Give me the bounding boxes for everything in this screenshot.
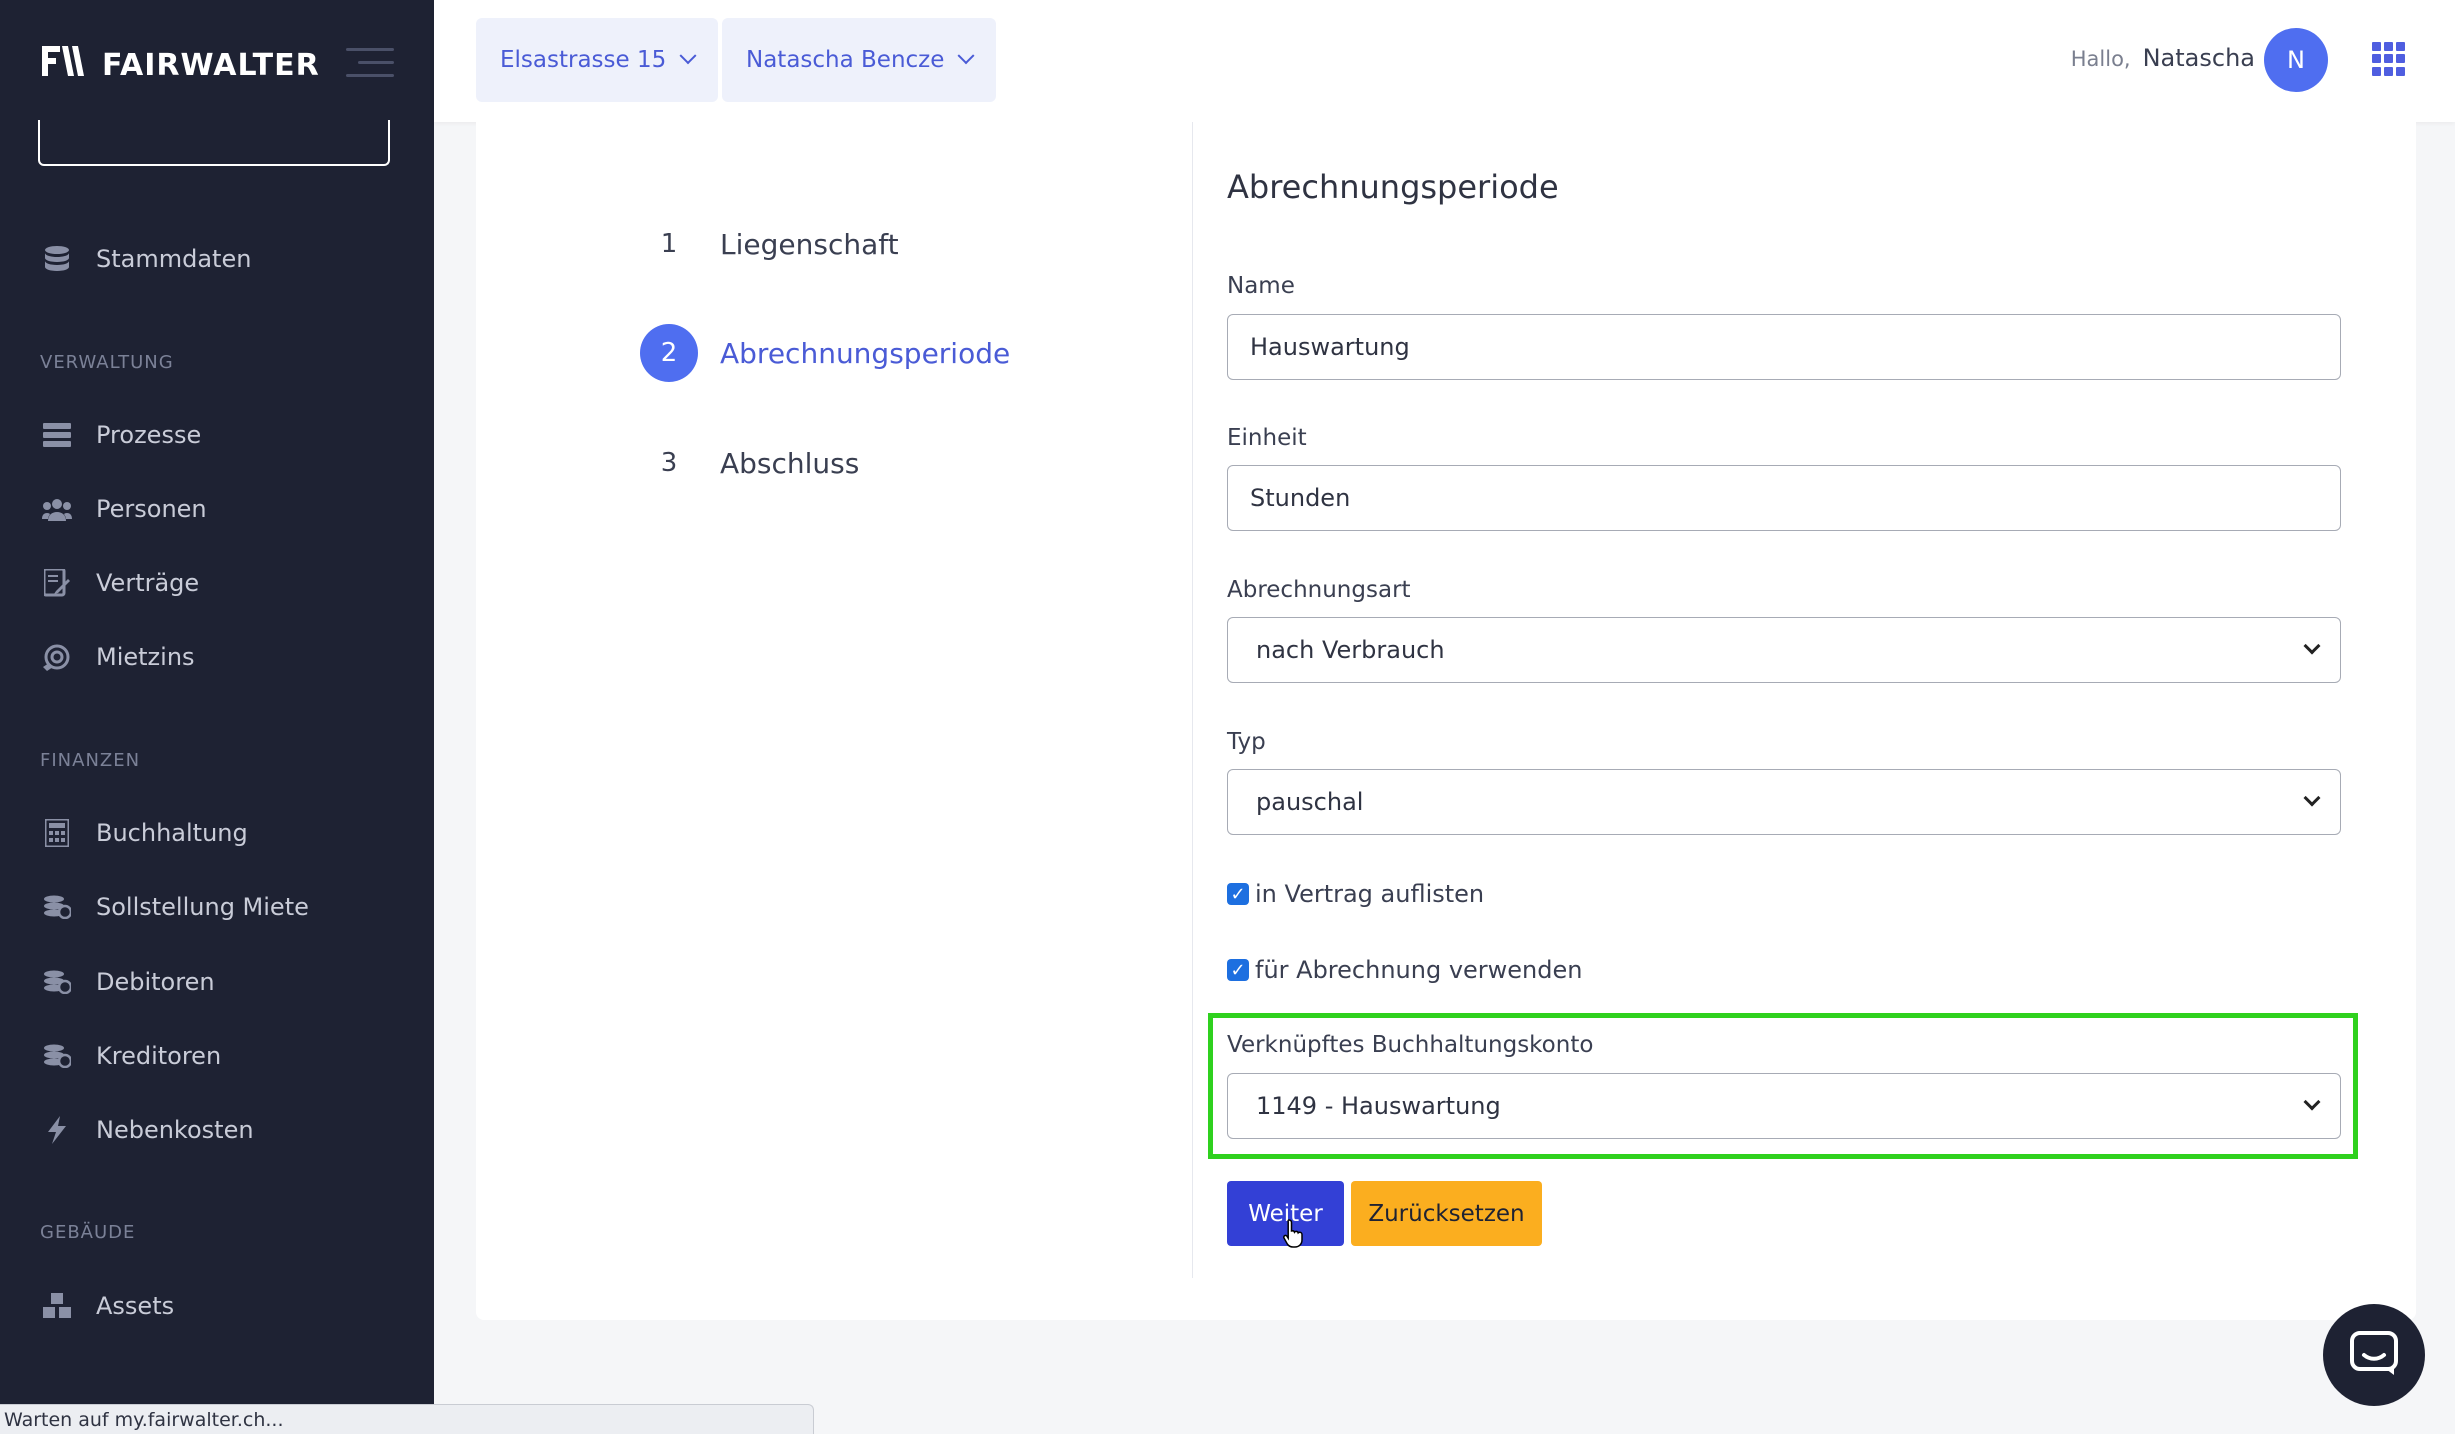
chevron-down-icon (2303, 637, 2321, 655)
name-label: Name (1227, 273, 1295, 299)
logo-text: FAIRWALTER (102, 47, 320, 83)
bolt-icon (42, 1115, 72, 1145)
chevron-down-icon (2303, 789, 2321, 807)
chat-icon (2350, 1331, 2398, 1379)
fairwalter-logo[interactable]: FAIRWALTER (42, 44, 320, 86)
menu-toggle-icon[interactable] (346, 46, 394, 80)
step-label: Abrechnungsperiode (720, 336, 1011, 370)
database-icon (42, 244, 72, 274)
step-abrechnungsperiode[interactable]: 2 Abrechnungsperiode (640, 324, 1010, 382)
step-liegenschaft[interactable]: 1 Liegenschaft (640, 215, 899, 273)
form-title: Abrechnungsperiode (1227, 168, 1559, 206)
use-for-billing-checkbox[interactable]: ✓ für Abrechnung verwenden (1227, 956, 1582, 984)
coins-icon (42, 1041, 72, 1071)
boxes-icon (42, 1291, 72, 1321)
hand-cursor-icon (1282, 1218, 1306, 1252)
coins-icon (42, 967, 72, 997)
billing-type-label: Abrechnungsart (1227, 577, 1411, 603)
list-in-contract-checkbox[interactable]: ✓ in Vertrag auflisten (1227, 880, 1484, 908)
chevron-down-icon (2303, 1093, 2321, 1111)
section-finanzen: FINANZEN (40, 750, 141, 771)
browser-status-bar: Warten auf my.fairwalter.ch... (0, 1404, 814, 1434)
step-number: 3 (660, 448, 678, 478)
sidebar-item-mietzins[interactable]: Mietzins (42, 637, 195, 677)
contract-icon (42, 568, 72, 598)
users-icon (42, 494, 72, 524)
section-verwaltung: VERWALTUNG (40, 352, 174, 373)
step-abschluss[interactable]: 3 Abschluss (640, 434, 860, 492)
step-label: Abschluss (720, 446, 860, 480)
sidebar-search-field[interactable] (38, 120, 390, 166)
top-bar: Elsastrasse 15 Natascha Bencze Hallo, Na… (434, 0, 2455, 122)
sidebar-item-stammdaten[interactable]: Stammdaten (42, 239, 251, 279)
sidebar-item-sollstellung-miete[interactable]: Sollstellung Miete (42, 887, 309, 927)
unit-label: Einheit (1227, 425, 1307, 451)
calculator-icon (42, 818, 72, 848)
sidebar-item-debitoren[interactable]: Debitoren (42, 962, 215, 1002)
unit-input[interactable]: Stunden (1227, 465, 2341, 531)
money-icon (42, 642, 72, 672)
sidebar-item-prozesse[interactable]: Prozesse (42, 415, 201, 455)
billing-type-select[interactable]: nach Verbrauch (1227, 617, 2341, 683)
step-number: 1 (660, 229, 678, 259)
user-greeting: Hallo, Natascha (2070, 44, 2255, 72)
user-select[interactable]: Natascha Bencze (722, 18, 997, 102)
type-select[interactable]: pauschal (1227, 769, 2341, 835)
sidebar-item-personen[interactable]: Personen (42, 489, 207, 529)
property-select[interactable]: Elsastrasse 15 (476, 18, 719, 102)
server-icon (42, 420, 72, 450)
section-gebaeude: GEBÄUDE (40, 1222, 136, 1243)
step-label: Liegenschaft (720, 227, 899, 261)
reset-button[interactable]: Zurücksetzen (1351, 1181, 1542, 1246)
logo-mark-icon (42, 44, 94, 86)
checkmark-icon[interactable]: ✓ (1227, 883, 1249, 905)
sidebar-item-kreditoren[interactable]: Kreditoren (42, 1036, 221, 1076)
sidebar-item-vertraege[interactable]: Verträge (42, 563, 199, 603)
card-divider (1192, 122, 1193, 1278)
sidebar-item-nebenkosten[interactable]: Nebenkosten (42, 1110, 254, 1150)
apps-grid-icon[interactable] (2372, 42, 2406, 76)
avatar[interactable]: N (2264, 28, 2328, 92)
checkmark-icon[interactable]: ✓ (1227, 959, 1249, 981)
type-label: Typ (1227, 729, 1266, 755)
sidebar-item-buchhaltung[interactable]: Buchhaltung (42, 813, 248, 853)
step-number: 2 (640, 324, 698, 382)
account-label: Verknüpftes Buchhaltungskonto (1227, 1032, 1594, 1058)
name-input[interactable]: Hauswartung (1227, 314, 2341, 380)
sidebar: FAIRWALTER Stammdaten VERWALTUNG Prozess… (0, 0, 434, 1434)
sidebar-item-assets[interactable]: Assets (42, 1286, 174, 1326)
chevron-down-icon (957, 47, 975, 65)
chat-launcher-button[interactable] (2323, 1304, 2425, 1406)
account-select[interactable]: 1149 - Hauswartung (1227, 1073, 2341, 1139)
chevron-down-icon (679, 47, 697, 65)
coins-icon (42, 892, 72, 922)
